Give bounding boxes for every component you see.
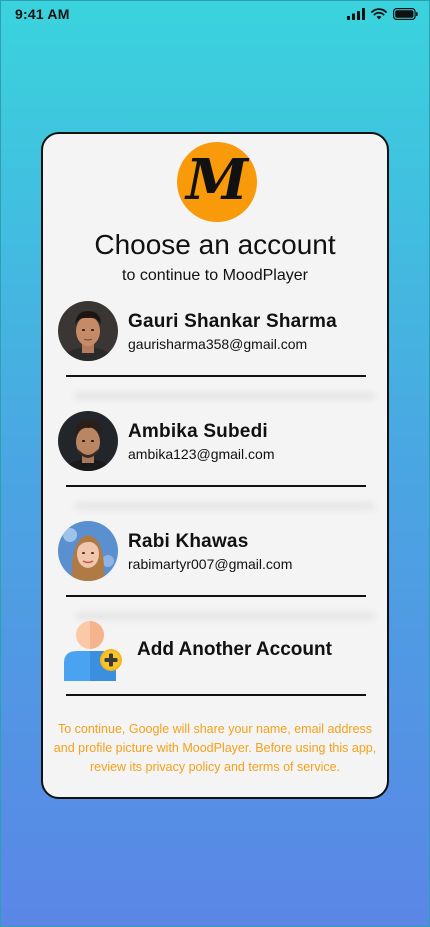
- avatar-photo-icon: [58, 411, 118, 471]
- signal-icon: [347, 8, 365, 20]
- account-email: gaurisharma358@gmail.com: [128, 335, 308, 352]
- add-account-label: Add Another Account: [137, 639, 332, 660]
- avatar-photo-icon: [58, 301, 118, 361]
- app-logo: M: [177, 142, 257, 222]
- disclaimer-text: To continue, Google will share your name…: [53, 722, 377, 774]
- account-name: Ambika Subedi: [128, 420, 268, 442]
- avatar-photo-icon: [58, 521, 118, 581]
- divider-shadow: [75, 392, 375, 400]
- add-account-button[interactable]: Add Another Account: [63, 618, 373, 682]
- account-item-ambika[interactable]: Ambika Subedi ambika123@gmail.com: [58, 409, 378, 473]
- wifi-icon: [371, 8, 387, 20]
- account-email: ambika123@gmail.com: [128, 445, 275, 462]
- divider: [66, 595, 366, 597]
- divider-shadow: [75, 502, 375, 510]
- app-logo-letter: M: [186, 147, 248, 213]
- page-subtitle: to continue to MoodPlayer: [122, 267, 308, 284]
- account-name: Rabi Khawas: [128, 530, 249, 552]
- avatar: [58, 521, 118, 581]
- add-user-icon: [64, 621, 122, 681]
- status-bar: 9:41 AM: [0, 0, 430, 28]
- divider: [66, 375, 366, 377]
- avatar: [58, 301, 118, 361]
- status-icons: [347, 8, 418, 20]
- avatar: [58, 411, 118, 471]
- status-time: 9:41 AM: [15, 6, 70, 22]
- divider: [66, 485, 366, 487]
- divider: [66, 694, 366, 696]
- account-item-rabi[interactable]: Rabi Khawas rabimartyr007@gmail.com: [58, 519, 378, 583]
- account-chooser-card: M Choose an account to continue to MoodP…: [41, 132, 389, 799]
- account-item-gauri[interactable]: Gauri Shankar Sharma gaurisharma358@gmai…: [58, 299, 378, 363]
- account-email: rabimartyr007@gmail.com: [128, 555, 293, 572]
- account-name: Gauri Shankar Sharma: [128, 310, 337, 332]
- page-title: Choose an account: [94, 229, 336, 260]
- battery-icon: [393, 8, 418, 20]
